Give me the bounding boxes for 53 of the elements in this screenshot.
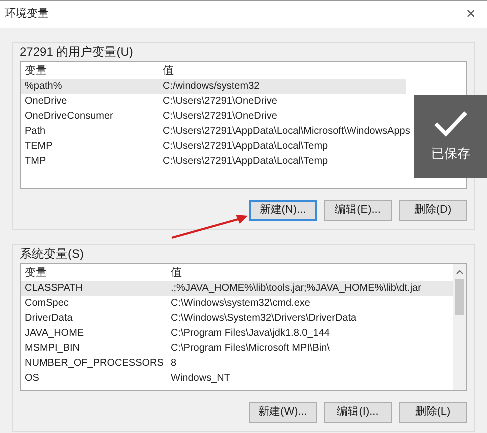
- variable-name: ComSpec: [24, 297, 70, 311]
- dialog-button[interactable]: 编辑(I)...: [324, 402, 392, 423]
- variable-name: DriverData: [24, 312, 74, 326]
- variable-name: TEMP: [24, 140, 54, 154]
- variable-row[interactable]: JAVA_HOME C:\Program Files\Java\jdk1.8.0_144: [21, 326, 453, 341]
- variable-value: 8: [170, 357, 177, 371]
- close-button[interactable]: ×: [460, 6, 482, 22]
- variable-value: C:\Windows\system32\cmd.exe: [170, 297, 310, 311]
- dialog-button[interactable]: 删除(D): [399, 200, 467, 221]
- variable-name: JAVA_HOME: [24, 327, 86, 341]
- dialog-button[interactable]: 删除(L): [399, 402, 467, 423]
- variable-row[interactable]: NUMBER_OF_PROCESSORS 8: [21, 356, 453, 371]
- column-header[interactable]: 变量: [21, 264, 167, 282]
- variable-value: C:\Users\27291\OneDrive: [162, 95, 278, 109]
- variable-name: OneDriveConsumer: [24, 110, 114, 124]
- variable-row[interactable]: DriverData C:\Windows\System32\Drivers\DriverData: [21, 311, 453, 326]
- variable-value: C:\Users\27291\OneDrive: [162, 110, 278, 124]
- variable-value: Windows_NT: [170, 372, 230, 386]
- variable-name: %path%: [24, 80, 64, 94]
- variable-row[interactable]: TMP C:\Users\27291\AppData\Local\Temp: [21, 154, 406, 169]
- variable-name: TMP: [24, 155, 48, 169]
- variable-row[interactable]: OneDrive C:\Users\27291\OneDrive: [21, 94, 406, 109]
- variable-value: .;%JAVA_HOME%\lib\tools.jar;%JAVA_HOME%\lib\dt.jar: [170, 282, 422, 296]
- dialog-button[interactable]: 新建(W)...: [249, 402, 317, 423]
- variable-value: C:\Program Files\Microsoft MPI\Bin\: [170, 342, 330, 356]
- variable-row[interactable]: CLASSPATH .;%JAVA_HOME%\lib\tools.jar;%JAVA_HOME%\lib\dt.jar: [21, 281, 453, 296]
- variable-value: C:\Windows\System32\Drivers\DriverData: [170, 312, 357, 326]
- group-label: 系统变量(S): [20, 246, 85, 263]
- window-title: 环境变量: [5, 6, 49, 22]
- variable-row[interactable]: %path% C:/windows/system32: [21, 79, 406, 94]
- variable-name: MSMPI_BIN: [24, 342, 82, 356]
- column-header[interactable]: 值: [159, 62, 466, 80]
- variable-name: NUMBER_OF_PROCESSORS: [24, 357, 165, 371]
- variable-value: C:\Program Files\Java\jdk1.8.0_144: [170, 327, 330, 341]
- variable-value: C:\Users\27291\AppData\Local\Microsoft\WindowsApps: [162, 125, 410, 139]
- variable-row[interactable]: TEMP C:\Users\27291\AppData\Local\Temp: [21, 139, 406, 154]
- variable-row[interactable]: ComSpec C:\Windows\system32\cmd.exe: [21, 296, 453, 311]
- column-header[interactable]: 变量: [21, 62, 159, 80]
- column-header[interactable]: 值: [167, 264, 453, 282]
- variable-value: C:/windows/system32: [162, 80, 260, 94]
- variable-name: OneDrive: [24, 95, 68, 109]
- toast-text: 已保存: [432, 144, 470, 163]
- variable-row[interactable]: OneDriveConsumer C:\Users\27291\OneDrive: [21, 109, 406, 124]
- variable-row[interactable]: OS Windows_NT: [21, 371, 453, 386]
- variable-name: CLASSPATH: [24, 282, 84, 296]
- variable-row[interactable]: MSMPI_BIN C:\Program Files\Microsoft MPI\Bin\: [21, 341, 453, 356]
- variable-name: Path: [24, 125, 47, 139]
- dialog-button[interactable]: 新建(N)...: [249, 200, 317, 221]
- dialog-button[interactable]: 编辑(E)...: [324, 200, 392, 221]
- variable-name: OS: [24, 372, 40, 386]
- variable-value: C:\Users\27291\AppData\Local\Temp: [162, 140, 328, 154]
- group-label: 27291 的用户变量(U): [20, 44, 134, 61]
- variable-value: C:\Users\27291\AppData\Local\Temp: [162, 155, 328, 169]
